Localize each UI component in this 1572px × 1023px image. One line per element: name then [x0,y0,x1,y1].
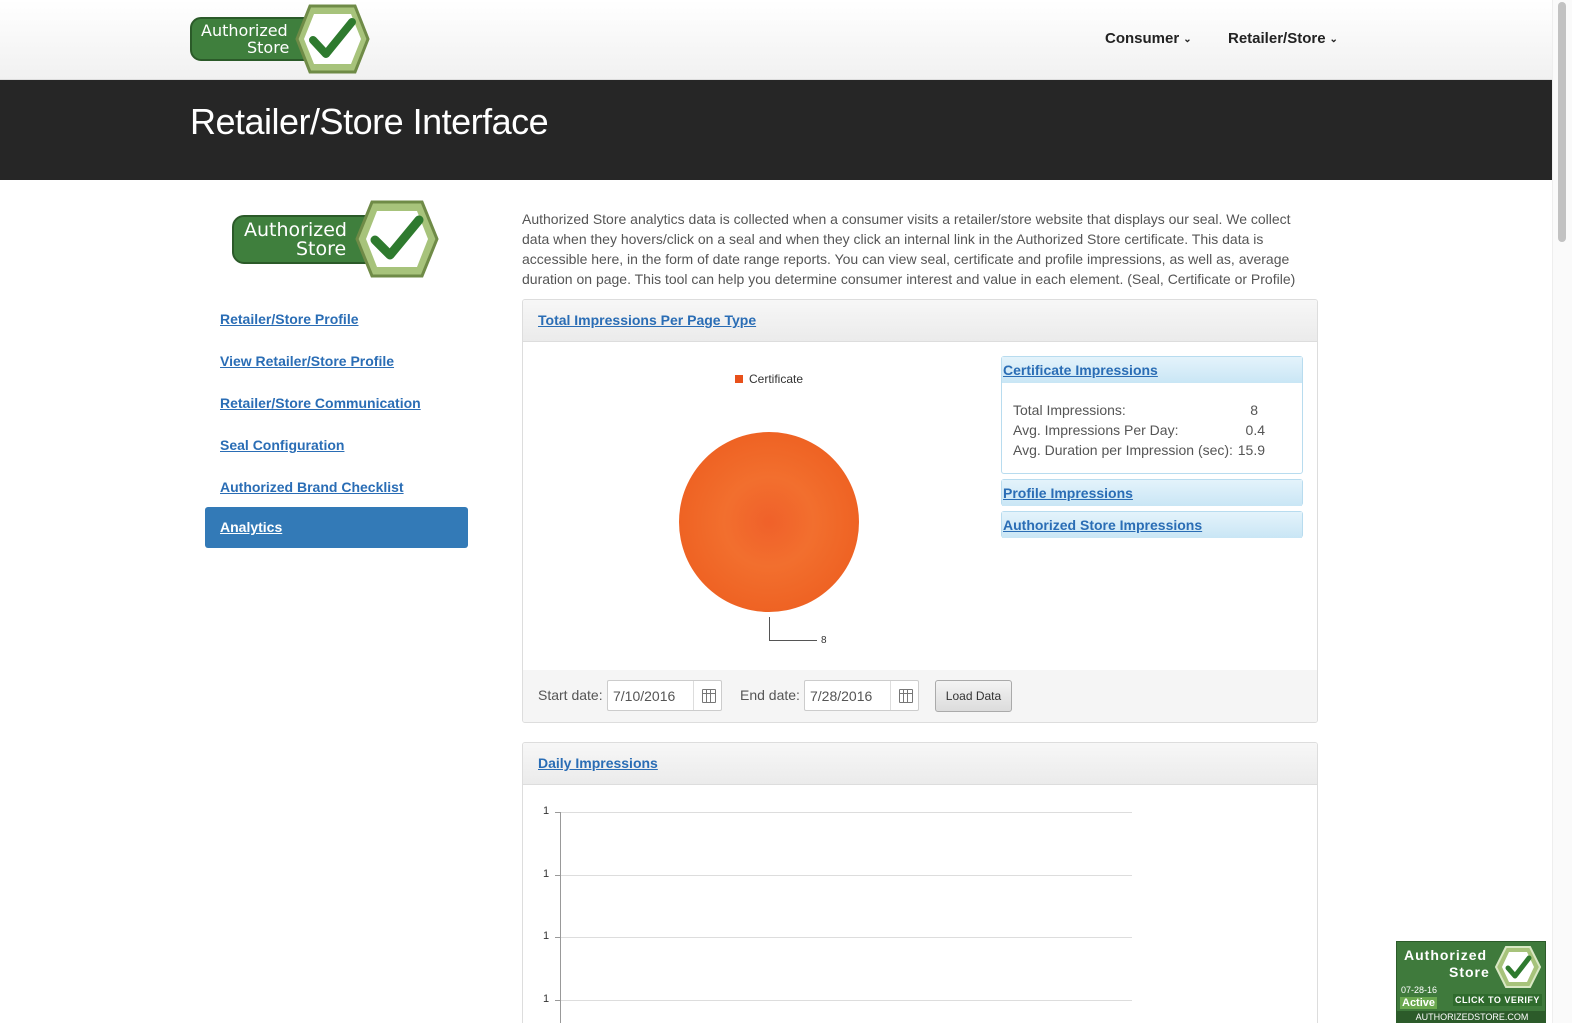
y-tick-label: 1 [543,805,550,817]
scrollbar-thumb[interactable] [1558,2,1566,242]
accordion-header[interactable]: Profile Impressions [1002,480,1302,506]
daily-impressions-link[interactable]: Daily Impressions [538,755,658,771]
nav-retailer-store[interactable]: Retailer/Store ⌄ [1228,30,1338,47]
calendar-icon[interactable] [693,681,721,710]
page-scrollbar[interactable] [1552,0,1572,1023]
pie-label-connector [769,617,770,641]
checkmark-icon [1494,946,1542,988]
sidebar-logo: Authorized Store [232,200,439,278]
grid-line [555,1000,1132,1001]
chart-legend: Certificate [735,372,803,386]
stat-label: Avg. Duration per Impression (sec): [1013,442,1233,458]
sidebar-item-seal-configuration[interactable]: Seal Configuration [220,437,344,453]
end-date-label: End date: [740,687,800,703]
y-tick-label: 1 [543,868,550,880]
pie-slice-certificate[interactable] [679,432,859,612]
analytics-intro-text: Authorized Store analytics data is colle… [522,211,1296,287]
y-tick-mark [555,812,561,813]
sidebar-item-analytics[interactable]: Analytics [205,507,468,548]
chevron-down-icon: ⌄ [1183,34,1192,45]
sidebar-item-label: Analytics [220,519,283,535]
page-title: Retailer/Store Interface [190,101,549,142]
sidebar-item-retailer-store-profile[interactable]: Retailer/Store Profile [220,311,359,327]
chevron-down-icon: ⌄ [1329,34,1338,45]
certificate-impressions-link[interactable]: Certificate Impressions [1003,362,1158,378]
profile-impressions-link[interactable]: Profile Impressions [1003,485,1133,501]
stat-value: 15.9 [1237,442,1265,458]
stat-row: Total Impressions: 8 [1013,400,1265,420]
grid-line [555,812,1132,813]
daily-impressions-panel: Daily Impressions 1 1 1 1 [522,742,1318,1023]
verification-seal-badge[interactable]: Authorized Store 07-28-16 Active CLICK T… [1396,941,1546,1023]
stat-value: 0.4 [1245,422,1265,438]
stat-row: Avg. Impressions Per Day: 0.4 [1013,420,1265,440]
start-date-input[interactable]: 7/10/2016 [607,680,722,711]
stat-label: Avg. Impressions Per Day: [1013,422,1179,438]
accordion-profile-impressions: Profile Impressions [1001,479,1303,506]
badge-title-line1: Authorized [1404,947,1488,963]
nav-consumer[interactable]: Consumer ⌄ [1105,30,1192,47]
y-tick-mark [555,937,561,938]
authorized-store-impressions-link[interactable]: Authorized Store Impressions [1003,517,1202,533]
start-date-value: 7/10/2016 [613,688,676,704]
page-banner: Retailer/Store Interface [0,80,1552,180]
badge-click-to-verify[interactable]: CLICK TO VERIFY [1453,994,1542,1006]
grid-line [555,875,1132,876]
stat-label: Total Impressions: [1013,402,1126,418]
start-date-label: Start date: [538,687,603,703]
panel-header: Daily Impressions [523,743,1317,785]
legend-label-certificate: Certificate [749,372,804,386]
stat-value: 8 [1250,402,1258,418]
badge-status: Active [1400,997,1438,1009]
badge-date: 07-28-16 [1401,985,1438,995]
pie-label-connector [769,640,817,641]
stat-row: Avg. Duration per Impression (sec): 15.9 [1013,440,1265,460]
sidebar-item-authorized-brand-checklist[interactable]: Authorized Brand Checklist [220,479,404,495]
y-tick-mark [555,1000,561,1001]
sidebar-item-view-retailer-store-profile[interactable]: View Retailer/Store Profile [220,353,394,369]
y-tick-label: 1 [543,930,550,942]
accordion-header[interactable]: Certificate Impressions [1002,357,1302,383]
y-tick-label: 1 [543,993,550,1005]
y-tick-mark [555,875,561,876]
y-axis [560,813,561,1023]
logo-text-line2: Store [247,38,289,57]
calendar-icon[interactable] [890,681,918,710]
load-data-button[interactable]: Load Data [935,680,1012,712]
sidebar-item-retailer-store-communication[interactable]: Retailer/Store Communication [220,395,421,411]
end-date-input[interactable]: 7/28/2016 [804,680,919,711]
badge-url: AUTHORIZEDSTORE.COM [1397,1011,1545,1022]
accordion-certificate-impressions: Certificate Impressions Total Impression… [1001,356,1303,474]
legend-swatch-certificate [735,375,743,383]
badge-title-line2: Store [1449,964,1490,980]
authorized-store-logo[interactable]: Authorized Store [190,4,370,74]
end-date-value: 7/28/2016 [810,688,873,704]
total-impressions-link[interactable]: Total Impressions Per Page Type [538,312,756,328]
panel-header: Total Impressions Per Page Type [523,300,1317,342]
impressions-panel: Total Impressions Per Page Type Certific… [522,299,1318,723]
accordion-authorized-store-impressions: Authorized Store Impressions [1001,511,1303,538]
accordion-header[interactable]: Authorized Store Impressions [1002,512,1302,538]
svg-text:Store: Store [296,238,346,260]
top-navbar: Authorized Store Consumer ⌄ Retailer/Stor… [0,0,1552,80]
certificate-stats: Total Impressions: 8 Avg. Impressions Pe… [1013,400,1265,460]
grid-line [555,937,1132,938]
date-range-bar: Start date: 7/10/2016 End date: 7/28/201… [523,670,1317,722]
pie-data-label: 8 [821,635,827,646]
